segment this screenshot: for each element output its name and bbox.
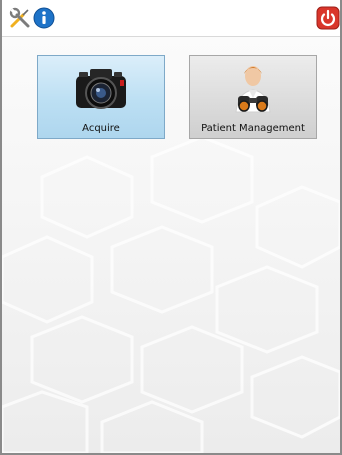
- patient-management-label: Patient Management: [201, 123, 305, 134]
- acquire-label: Acquire: [82, 123, 120, 134]
- patient-management-tile[interactable]: Patient Management: [189, 55, 317, 139]
- camera-icon: [70, 62, 132, 119]
- info-icon[interactable]: [32, 6, 56, 30]
- app-window: Acquire Patient Management: [0, 0, 342, 455]
- power-icon[interactable]: [316, 6, 340, 30]
- top-toolbar: [2, 0, 340, 37]
- patient-binoculars-icon: [222, 62, 284, 119]
- wrench-screwdriver-icon[interactable]: [8, 6, 32, 30]
- acquire-tile[interactable]: Acquire: [37, 55, 165, 139]
